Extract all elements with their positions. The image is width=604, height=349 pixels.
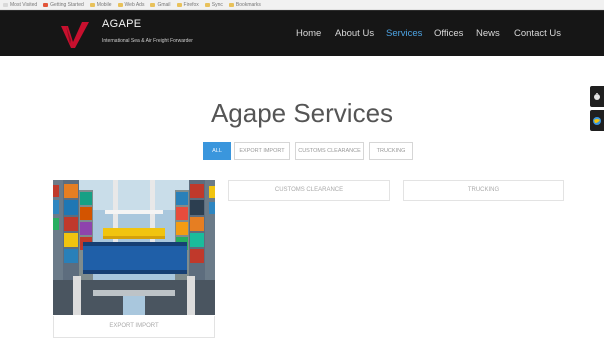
bug-icon — [594, 92, 600, 100]
folder-icon — [89, 2, 95, 7]
side-extension-buttons — [590, 86, 604, 134]
filter-all-button[interactable]: ALL — [203, 142, 231, 160]
customs-clearance-card[interactable]: CUSTOMS CLEARANCE — [228, 180, 390, 201]
bookmark-mobile[interactable]: Mobile — [89, 2, 112, 8]
globe-icon — [593, 116, 601, 125]
folder-icon — [228, 2, 234, 7]
folder-icon — [150, 2, 156, 7]
filter-trucking-button[interactable]: TRUCKING — [369, 142, 413, 160]
folder-icon — [117, 2, 123, 7]
brand-name: AGAPE — [102, 18, 142, 30]
extension-globe-button[interactable] — [590, 110, 604, 131]
export-import-image[interactable] — [53, 180, 215, 315]
container-port-photo — [53, 180, 215, 315]
site-header: AGAPE International Sea & Air Freight Fo… — [0, 10, 604, 56]
extension-bug-button[interactable] — [590, 86, 604, 107]
bookmark-most-visited[interactable]: Most Visited — [3, 2, 37, 8]
folder-icon — [3, 2, 8, 7]
filter-customs-clearance-button[interactable]: CUSTOMS CLEARANCE — [295, 142, 364, 160]
nav-offices[interactable]: Offices — [434, 28, 463, 39]
firefox-icon — [43, 2, 49, 7]
page-title: Agape Services — [210, 98, 394, 128]
bookmark-gmail[interactable]: Gmail — [150, 2, 171, 8]
nav-about-us[interactable]: About Us — [335, 28, 374, 39]
folder-icon — [176, 2, 182, 7]
folder-icon — [204, 2, 210, 7]
bookmark-getting-started[interactable]: Getting Started — [43, 2, 84, 8]
nav-home[interactable]: Home — [296, 28, 321, 39]
filter-export-import-button[interactable]: EXPORT IMPORT — [234, 142, 290, 160]
bookmark-sync[interactable]: Sync — [204, 2, 223, 8]
nav-services[interactable]: Services — [386, 28, 422, 39]
bookmark-bookmarks[interactable]: Bookmarks — [228, 2, 261, 8]
agape-logo[interactable] — [58, 18, 92, 52]
bookmark-firefox[interactable]: Firefox — [176, 2, 199, 8]
bookmark-web-ads[interactable]: Web Ads — [117, 2, 144, 8]
bookmarks-toolbar: Most Visited Getting Started Mobile Web … — [0, 0, 604, 10]
nav-contact-us[interactable]: Contact Us — [514, 28, 561, 39]
nav-news[interactable]: News — [476, 28, 500, 39]
brand-tagline: International Sea & Air Freight Forwarde… — [102, 38, 193, 44]
export-import-card-label[interactable]: EXPORT IMPORT — [53, 316, 215, 338]
trucking-card[interactable]: TRUCKING — [403, 180, 564, 201]
